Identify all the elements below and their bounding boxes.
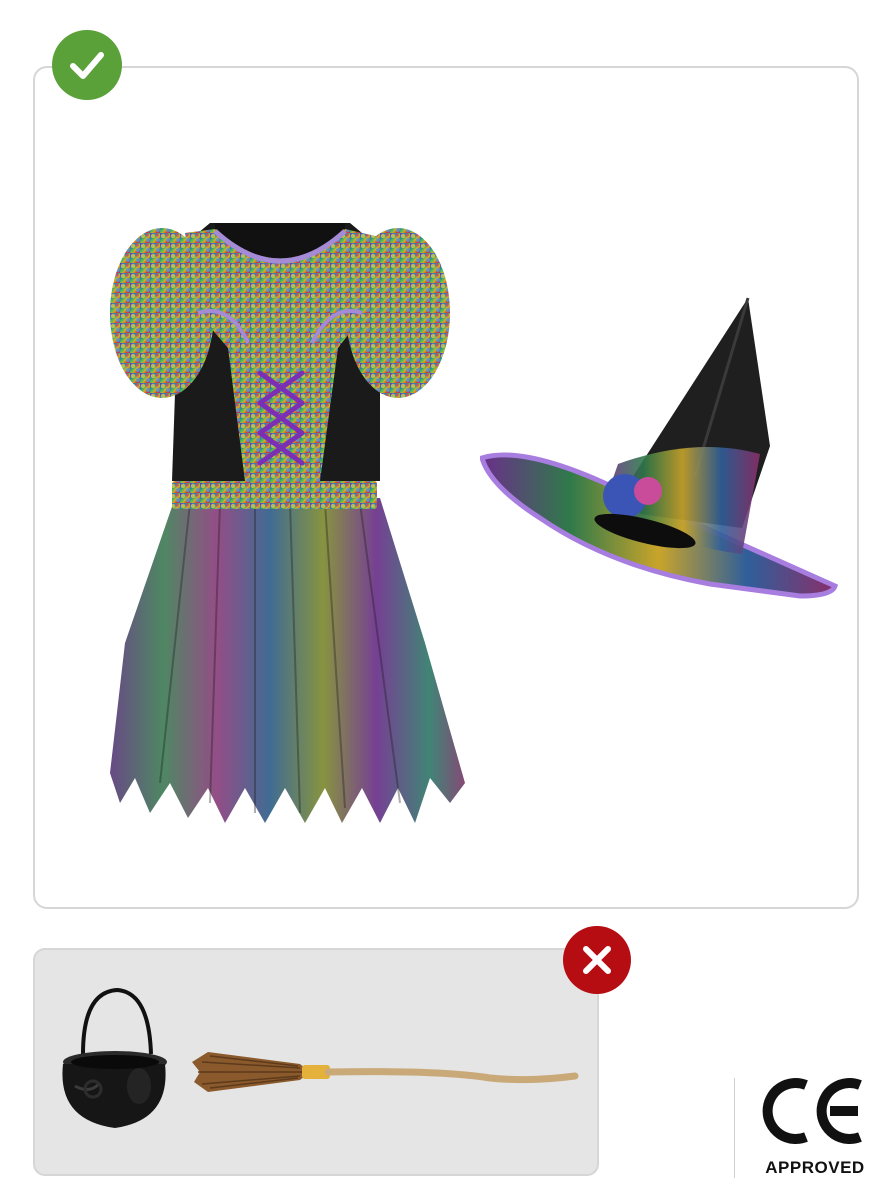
ce-mark-logo — [762, 1078, 862, 1144]
cauldron-image — [62, 987, 167, 1128]
included-check-badge — [52, 30, 122, 100]
checkmark-icon — [70, 52, 104, 79]
included-items-panel — [33, 66, 859, 909]
divider — [734, 1078, 735, 1178]
ce-approved-label: APPROVED — [765, 1158, 865, 1177]
witch-dress-image — [110, 223, 465, 823]
close-icon — [583, 946, 611, 974]
witch-hat-image — [480, 297, 839, 599]
excluded-cross-badge — [563, 926, 631, 994]
excluded-items-panel — [33, 948, 599, 1176]
broom-image — [192, 1052, 579, 1092]
